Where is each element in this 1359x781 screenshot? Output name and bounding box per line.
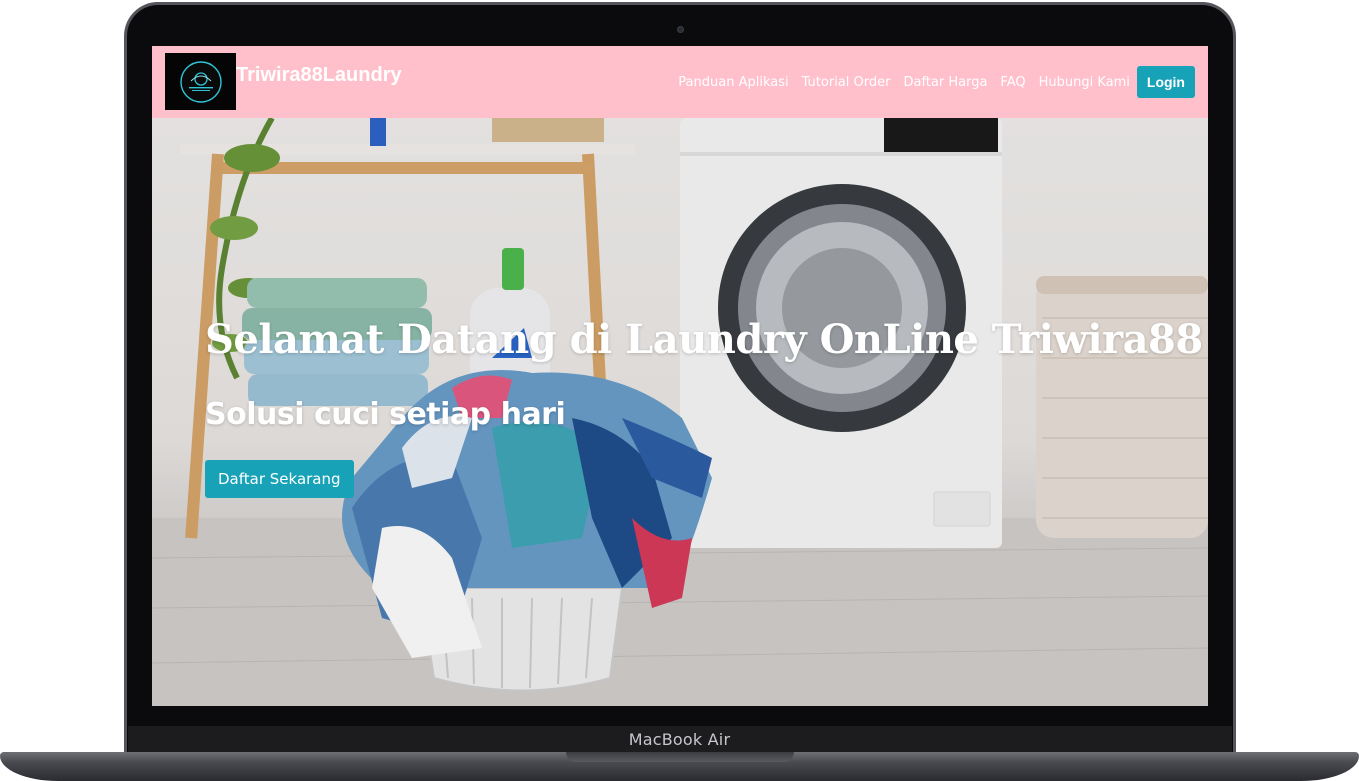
- brand-name[interactable]: Triwira88Laundry: [236, 64, 402, 87]
- brand-logo[interactable]: [165, 53, 236, 110]
- nav-link-tutorial-order[interactable]: Tutorial Order: [802, 75, 891, 90]
- nav-link-hubungi-kami[interactable]: Hubungi Kami: [1039, 75, 1130, 90]
- nav-link-daftar-harga[interactable]: Daftar Harga: [903, 75, 987, 90]
- webcam-icon: [677, 26, 684, 33]
- browser-screen: Triwira88Laundry Panduan Aplikasi Tutori…: [152, 46, 1208, 706]
- navbar: Triwira88Laundry Panduan Aplikasi Tutori…: [152, 46, 1208, 118]
- nav-link-faq[interactable]: FAQ: [1000, 75, 1025, 90]
- nav-link-panduan-aplikasi[interactable]: Panduan Aplikasi: [678, 75, 788, 90]
- hero-section: Selamat Datang di Laundry OnLine Triwira…: [152, 118, 1208, 706]
- hero-title: Selamat Datang di Laundry OnLine Triwira…: [205, 316, 1203, 363]
- device-label: MacBook Air: [628, 730, 731, 749]
- register-button[interactable]: Daftar Sekarang: [205, 460, 354, 498]
- hero-subtitle: Solusi cuci setiap hari: [205, 397, 566, 432]
- laptop-notch: [566, 752, 794, 762]
- nav-menu: Panduan Aplikasi Tutorial Order Daftar H…: [665, 66, 1195, 98]
- login-button[interactable]: Login: [1136, 66, 1195, 98]
- laundry-logo-icon: [179, 60, 222, 103]
